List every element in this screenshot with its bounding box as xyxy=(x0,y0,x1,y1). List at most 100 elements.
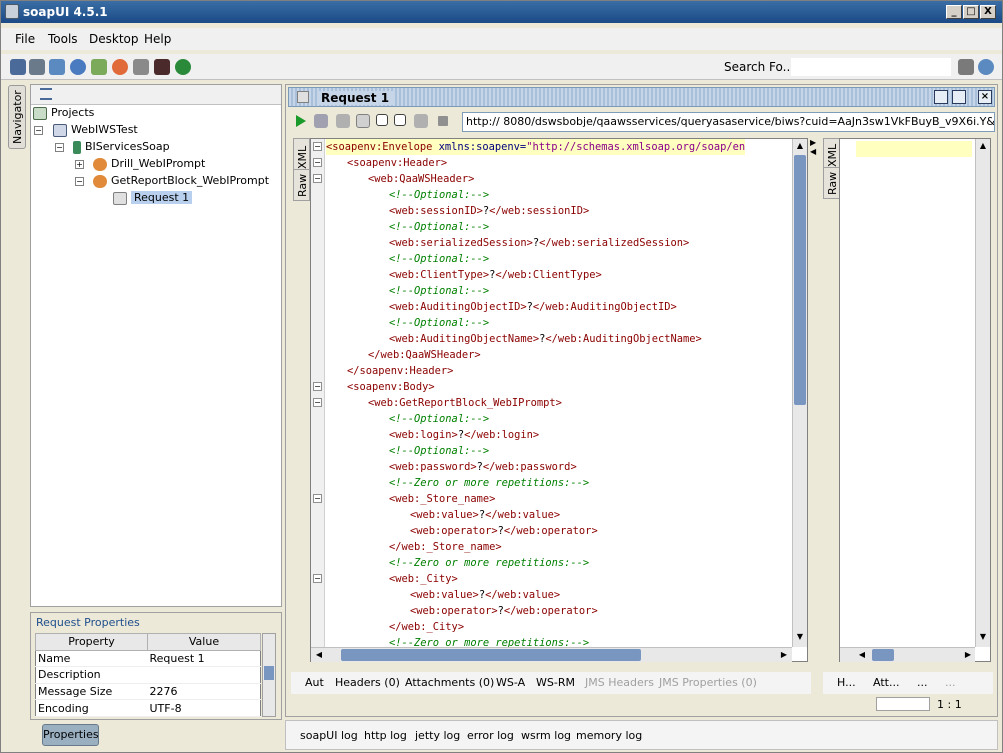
properties-scroll-thumb[interactable] xyxy=(264,666,274,680)
expand-drill-webiprompt[interactable]: + xyxy=(75,160,84,169)
trial-icon[interactable] xyxy=(112,59,128,75)
scroll-left-arrow[interactable]: ◀ xyxy=(856,649,868,661)
request-tab-ws-rm[interactable]: WS-RM xyxy=(536,676,575,689)
clone-request-icon[interactable] xyxy=(376,114,388,126)
splitter-arrows[interactable]: ▶ ◀ xyxy=(810,138,820,156)
help-icon[interactable] xyxy=(70,59,86,75)
scroll-right-arrow[interactable]: ▶ xyxy=(778,649,790,661)
panel-splitter[interactable]: ▶ ◀ xyxy=(810,138,820,168)
log-tab-error[interactable]: error log xyxy=(467,729,514,742)
xml-code-area[interactable]: <soapenv:Envelope xmlns:soapenv="http://… xyxy=(326,139,791,647)
close-panel-icon[interactable]: × xyxy=(978,90,992,104)
editor-horizontal-scroll-thumb[interactable] xyxy=(341,649,641,661)
scroll-left-arrow[interactable]: ◀ xyxy=(313,649,325,661)
log-tab-wsrm[interactable]: wsrm log xyxy=(521,729,571,742)
request-tab-aut[interactable]: Aut xyxy=(305,676,324,689)
properties-scrollbar[interactable] xyxy=(262,633,276,717)
close-button[interactable]: X xyxy=(980,5,996,19)
log-tab-memory[interactable]: memory log xyxy=(576,729,642,742)
log-tab-jetty[interactable]: jetty log xyxy=(415,729,460,742)
tree-request-1[interactable]: Request 1 xyxy=(113,191,193,207)
property-column-header[interactable]: Property xyxy=(35,633,148,651)
collapse-all-icon[interactable] xyxy=(40,88,52,100)
endpoint-url-field[interactable]: http:// 8080/dswsbobje/qaawsservices/que… xyxy=(462,112,995,132)
fold-toggle[interactable]: − xyxy=(313,142,322,151)
response-horizontal-scrollbar[interactable]: ◀ ▶ xyxy=(840,647,975,662)
forum-icon[interactable] xyxy=(91,59,107,75)
request-xml-editor[interactable]: − − − − − − − <soapenv:Envelope xmlns:soapenv=… xyxy=(310,138,808,662)
response-scroll-thumb[interactable] xyxy=(872,649,894,661)
value-column-header[interactable]: Value xyxy=(147,633,261,651)
table-row[interactable]: Description xyxy=(35,666,261,684)
save-all-icon[interactable] xyxy=(49,59,65,75)
cancel-request-icon[interactable] xyxy=(438,116,448,126)
table-row[interactable]: Name Request 1 xyxy=(35,650,261,668)
request-tab-headers-0[interactable]: Headers (0) xyxy=(335,676,400,689)
tree-operation-drill[interactable]: Drill_WebIPrompt xyxy=(93,157,205,173)
request-tab-jms-headers[interactable]: JMS Headers xyxy=(585,676,654,689)
maximize-button[interactable]: □ xyxy=(963,5,979,19)
log-tab-http[interactable]: http log xyxy=(364,729,407,742)
response-tab-3[interactable]: ... xyxy=(917,676,928,689)
navigator-tab[interactable]: Navigator xyxy=(8,85,26,149)
navigator-tab-label: Navigator xyxy=(11,90,24,144)
request-raw-tab[interactable]: Raw xyxy=(293,169,310,201)
search-help-icon[interactable] xyxy=(978,59,994,75)
editor-vertical-scroll-thumb[interactable] xyxy=(794,155,806,405)
fold-toggle[interactable]: − xyxy=(313,574,322,583)
search-input[interactable] xyxy=(791,58,951,76)
response-tab-4[interactable]: ... xyxy=(945,676,956,689)
scroll-down-arrow[interactable]: ▼ xyxy=(794,631,806,643)
exit-icon[interactable] xyxy=(175,59,191,75)
expand-webiwstest[interactable]: − xyxy=(34,126,43,135)
table-row[interactable]: Encoding UTF-8 xyxy=(35,699,261,717)
menu-tools[interactable]: Tools xyxy=(48,32,78,46)
table-row[interactable]: Message Size 2276 xyxy=(35,683,261,701)
minimize-button[interactable]: _ xyxy=(946,5,962,19)
scroll-up-arrow[interactable]: ▲ xyxy=(977,140,989,152)
menu-help[interactable]: Help xyxy=(144,32,171,46)
minimize-panel-icon[interactable] xyxy=(934,90,948,104)
expand-getreportblock[interactable]: − xyxy=(75,177,84,186)
submit-request-icon[interactable] xyxy=(296,115,306,127)
add-assertion-icon[interactable] xyxy=(314,114,328,128)
create-testcase-icon[interactable] xyxy=(414,114,428,128)
binoculars-icon[interactable] xyxy=(958,59,974,75)
recreate-request-icon[interactable] xyxy=(356,114,370,128)
log-tab-soapui[interactable]: soapUI log xyxy=(300,729,358,742)
response-vertical-scrollbar[interactable]: ▲ ▼ xyxy=(975,139,990,647)
fold-toggle[interactable]: − xyxy=(313,398,322,407)
response-raw-tab[interactable]: Raw xyxy=(823,167,840,199)
expand-biservicessoap[interactable]: − xyxy=(55,143,64,152)
proxy-icon[interactable] xyxy=(154,59,170,75)
new-project-icon[interactable] xyxy=(10,59,26,75)
scroll-down-arrow[interactable]: ▼ xyxy=(977,631,989,643)
copy-request-icon[interactable] xyxy=(394,114,406,126)
response-attachments-tab[interactable]: Att... xyxy=(873,676,899,689)
tree-project-webiwstest[interactable]: WebIWSTest xyxy=(53,123,138,139)
import-project-icon[interactable] xyxy=(29,59,45,75)
request-tab-attachments-0[interactable]: Attachments (0) xyxy=(405,676,494,689)
scroll-up-arrow[interactable]: ▲ xyxy=(794,140,806,152)
preferences-icon[interactable] xyxy=(133,59,149,75)
fold-toggle[interactable]: − xyxy=(313,174,322,183)
properties-button[interactable]: Properties xyxy=(42,724,99,746)
menu-file[interactable]: File xyxy=(15,32,35,46)
editor-horizontal-scrollbar[interactable]: ◀ ▶ xyxy=(311,647,792,662)
fold-toggle[interactable]: − xyxy=(313,382,322,391)
response-headers-tab[interactable]: H... xyxy=(837,676,856,689)
response-xml-tab[interactable]: XML xyxy=(823,138,840,170)
request-tab-ws-a[interactable]: WS-A xyxy=(496,676,525,689)
tree-operation-getreportblock[interactable]: GetReportBlock_WebIPrompt xyxy=(93,174,269,190)
response-xml-editor[interactable]: ▲ ▼ ◀ ▶ xyxy=(839,138,991,662)
scroll-right-arrow[interactable]: ▶ xyxy=(962,649,974,661)
fold-toggle[interactable]: − xyxy=(313,494,322,503)
editor-vertical-scrollbar[interactable]: ▲ ▼ xyxy=(792,139,807,647)
restore-panel-icon[interactable] xyxy=(952,90,966,104)
fold-toggle[interactable]: − xyxy=(313,158,322,167)
request-tab-jms-properties-0[interactable]: JMS Properties (0) xyxy=(659,676,757,689)
tree-projects[interactable]: Projects xyxy=(33,106,94,122)
create-empty-request-icon[interactable] xyxy=(336,114,350,128)
menu-desktop[interactable]: Desktop xyxy=(89,32,139,46)
tree-interface-biservicessoap[interactable]: BIServicesSoap xyxy=(73,140,170,156)
